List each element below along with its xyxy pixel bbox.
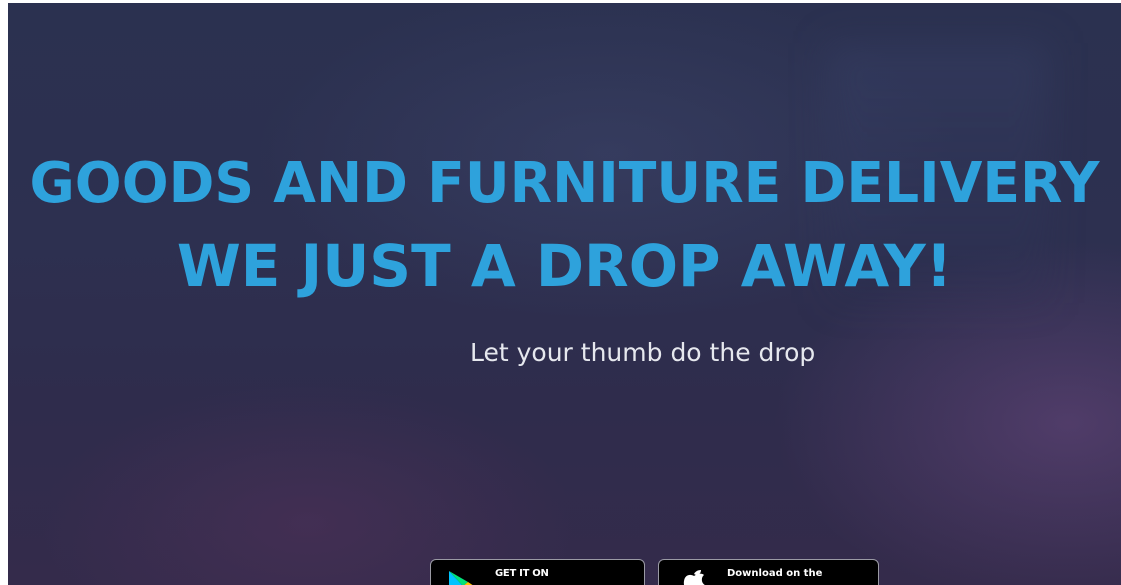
- hero-headline-line1: GOODS AND FURNITURE DELIVERY: [29, 151, 1100, 216]
- page-frame: GOODS AND FURNITURE DELIVERY WE JUST A D…: [0, 0, 1121, 585]
- apple-icon: [683, 570, 705, 585]
- hero-headline-line2: WE JUST A DROP AWAY!: [176, 232, 953, 300]
- google-play-icon: [449, 571, 473, 585]
- hero-subtitle: Let your thumb do the drop: [470, 338, 816, 367]
- google-play-badge-button[interactable]: GET IT ON: [430, 559, 645, 585]
- app-store-badge-button[interactable]: Download on the: [658, 559, 879, 585]
- app-store-badge-label: Download on the: [727, 568, 823, 579]
- hero-section: GOODS AND FURNITURE DELIVERY WE JUST A D…: [8, 3, 1121, 585]
- google-play-badge-label: GET IT ON: [495, 568, 549, 579]
